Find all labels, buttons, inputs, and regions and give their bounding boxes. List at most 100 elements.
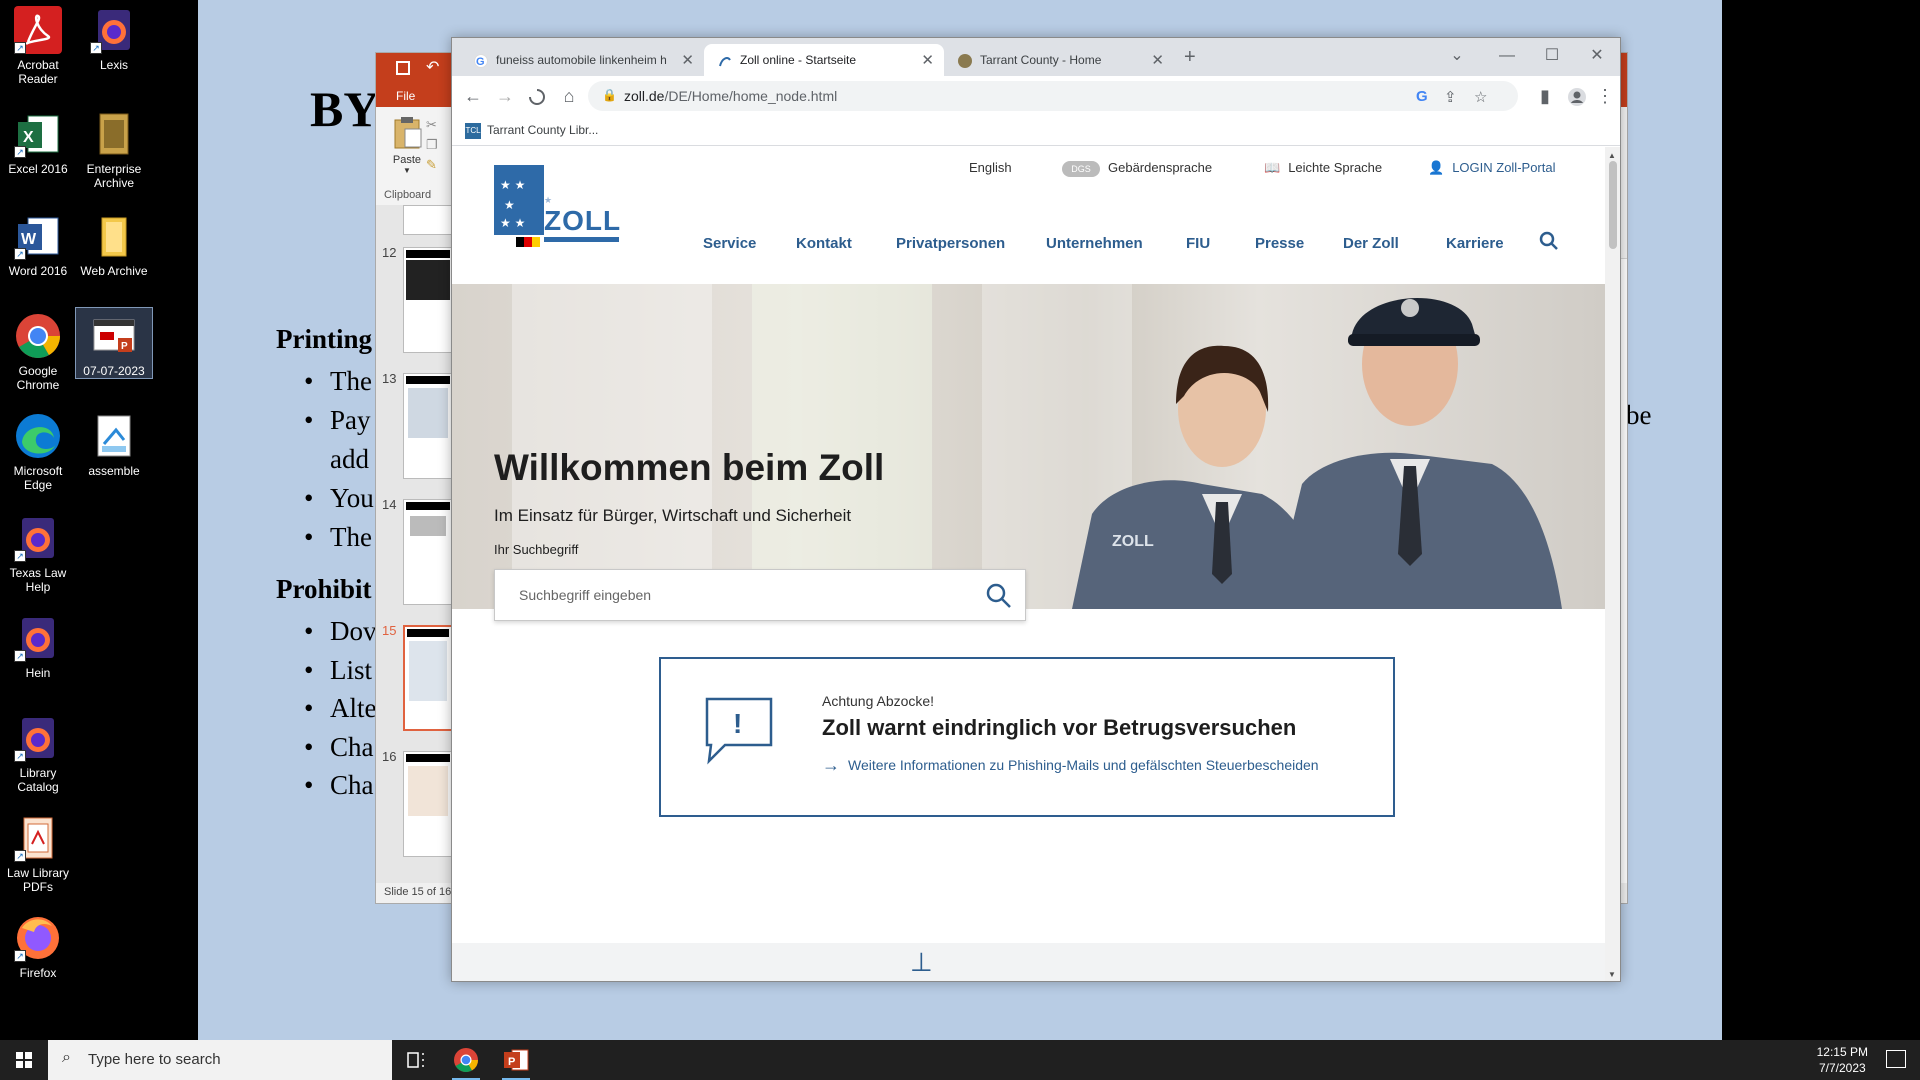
slide-bullets-2: • Dov • List • Alte • Cha • Cha xyxy=(304,612,377,805)
desktop-icon-enterprise-archive[interactable]: Enterprise Archive xyxy=(76,110,152,190)
lower-section-glyph: ⊥ xyxy=(910,947,933,977)
cut-icon[interactable]: ✂ xyxy=(426,117,437,133)
tab-close-icon[interactable]: ✕ xyxy=(921,51,934,69)
hero-search-input[interactable]: Suchbegriff eingeben xyxy=(494,569,1026,621)
task-view-button[interactable] xyxy=(392,1040,440,1080)
slide-thumbnail[interactable] xyxy=(403,247,453,353)
profile-avatar[interactable] xyxy=(1564,84,1590,110)
powerpoint-icon: P xyxy=(504,1049,529,1071)
scroll-thumb[interactable] xyxy=(1609,161,1617,249)
nav-unternehmen[interactable]: Unternehmen xyxy=(1046,235,1143,252)
taskbar-chrome[interactable] xyxy=(442,1040,490,1080)
easy-language-link[interactable]: 📖 Leichte Sprache xyxy=(1264,160,1382,176)
bookmark-star-icon[interactable]: ☆ xyxy=(1474,88,1487,106)
scam-alert-box: ! Achtung Abzocke! Zoll warnt eindringli… xyxy=(659,657,1395,817)
desktop-icon-assemble[interactable]: assemble xyxy=(76,412,152,478)
tab-close-icon[interactable]: ✕ xyxy=(681,51,694,69)
login-link[interactable]: 👤 LOGIN Zoll-Portal xyxy=(1428,160,1556,176)
google-lens-icon[interactable]: G xyxy=(1416,88,1428,105)
nav-der-zoll[interactable]: Der Zoll xyxy=(1343,235,1399,252)
desktop-icon-lexis[interactable]: ↗ Lexis xyxy=(76,6,152,72)
file-tab[interactable]: File xyxy=(396,89,415,103)
taskbar-powerpoint[interactable]: P xyxy=(492,1040,540,1080)
page-scrollbar[interactable]: ▲ ▼ xyxy=(1605,147,1620,981)
site-search-icon[interactable] xyxy=(1539,231,1559,256)
tab-close-icon[interactable]: ✕ xyxy=(1151,51,1164,69)
desktop-icon-web-archive[interactable]: Web Archive xyxy=(76,212,152,278)
zoll-favicon-icon xyxy=(718,54,732,68)
easy-language-label: Leichte Sprache xyxy=(1288,160,1383,175)
tarrant-seal-icon xyxy=(958,54,972,68)
address-bar[interactable]: 🔒 zoll.de/DE/Home/home_node.html G ⇪ ☆ xyxy=(588,81,1518,111)
desktop-icon-ppt-file[interactable]: P 07-07-2023 xyxy=(75,307,153,379)
user-icon: 👤 xyxy=(1428,160,1445,175)
zoll-logo[interactable]: ★ ★ ★ ★ ★ ★ ZOLL xyxy=(494,165,620,247)
copy-icon[interactable]: ❐ xyxy=(426,137,438,153)
desktop-icon-library-catalog[interactable]: ↗ Library Catalog xyxy=(0,714,76,794)
slide-thumbnail[interactable] xyxy=(403,205,453,235)
maximize-button[interactable]: ☐ xyxy=(1532,42,1572,70)
undo-icon[interactable]: ↶ xyxy=(426,57,439,77)
browser-tab[interactable]: G funeiss automobile linkenheim h ✕ xyxy=(460,44,704,76)
chrome-window: G funeiss automobile linkenheim h ✕ Zoll… xyxy=(451,37,1621,982)
nav-fiu[interactable]: FIU xyxy=(1186,235,1210,252)
nav-kontakt[interactable]: Kontakt xyxy=(796,235,852,252)
desktop-icon-hein[interactable]: ↗ Hein xyxy=(0,614,76,680)
home-icon[interactable]: ⌂ xyxy=(556,84,582,110)
desktop-icon-texas-law-help[interactable]: ↗ Texas Law Help xyxy=(0,514,76,594)
system-clock[interactable]: 12:15 PM 7/7/2023 xyxy=(1817,1044,1868,1076)
desktop-icon-word[interactable]: W ↗ Word 2016 xyxy=(0,212,76,278)
nav-service[interactable]: Service xyxy=(703,235,756,252)
slide-thumbnail[interactable] xyxy=(403,373,453,479)
share-icon[interactable]: ⇪ xyxy=(1444,88,1457,106)
save-icon[interactable] xyxy=(396,61,410,75)
flag-stripe xyxy=(516,237,524,247)
slide-bullet-text: Pay xyxy=(330,405,371,435)
slide-bullet: • Pay xyxy=(304,401,374,440)
desktop-icon-chrome[interactable]: Google Chrome xyxy=(0,312,76,392)
desktop-icon-acrobat[interactable]: ↗ Acrobat Reader xyxy=(0,6,76,86)
pdf-folder-icon: ↗ xyxy=(14,814,62,862)
chevron-down-icon: ▼ xyxy=(403,166,411,175)
stop-loading-icon[interactable] xyxy=(524,84,550,110)
desktop-icon-firefox[interactable]: ↗ Firefox xyxy=(0,914,76,980)
desktop-icon-edge[interactable]: Microsoft Edge xyxy=(0,412,76,492)
nav-presse[interactable]: Presse xyxy=(1255,235,1304,252)
back-button[interactable]: ← xyxy=(460,84,486,110)
browser-tab-active[interactable]: Zoll online - Startseite ✕ xyxy=(704,44,944,76)
slide-number: 14 xyxy=(382,497,397,512)
nav-karriere[interactable]: Karriere xyxy=(1446,235,1504,252)
sign-language-link[interactable]: DGS Gebärdensprache xyxy=(1062,160,1212,177)
desktop-icon-excel[interactable]: X ↗ Excel 2016 xyxy=(0,110,76,176)
acrobat-icon: ↗ xyxy=(14,6,62,54)
english-link[interactable]: English xyxy=(969,160,1012,175)
browser-tab[interactable]: Tarrant County - Home ✕ xyxy=(944,44,1174,76)
paste-button[interactable]: Paste ▼ xyxy=(386,115,428,185)
start-button[interactable] xyxy=(0,1040,48,1080)
search-submit-icon[interactable] xyxy=(985,582,1013,610)
desktop-icon-law-library-pdfs[interactable]: ↗ Law Library PDFs xyxy=(0,814,76,894)
tab-search-icon[interactable]: ⌄ xyxy=(1437,42,1477,70)
speech-bubble-exclamation-icon: ! xyxy=(703,695,775,765)
bookmark-item[interactable]: TCL Tarrant County Libr... xyxy=(465,123,598,139)
slide-thumbnail[interactable] xyxy=(403,751,453,857)
scroll-down-icon[interactable]: ▼ xyxy=(1608,970,1616,979)
menu-kebab-icon[interactable]: ⋮ xyxy=(1592,84,1618,110)
taskbar-search-box[interactable]: ⌕ Type here to search xyxy=(48,1040,392,1080)
slide-thumbnail[interactable] xyxy=(403,499,453,605)
desktop-icon-label: Google Chrome xyxy=(16,364,60,392)
forward-button[interactable]: → xyxy=(492,84,518,110)
minimize-button[interactable]: — xyxy=(1487,42,1527,70)
scroll-up-icon[interactable]: ▲ xyxy=(1608,151,1616,160)
slide-bullet-text: List xyxy=(330,654,373,685)
format-painter-icon[interactable]: ✎ xyxy=(426,157,437,173)
thumb-image xyxy=(408,766,448,816)
close-window-button[interactable]: ✕ xyxy=(1577,42,1617,70)
new-tab-button[interactable]: + xyxy=(1184,46,1196,69)
desktop-right xyxy=(1722,0,1920,1040)
notification-center-icon[interactable] xyxy=(1886,1050,1906,1068)
side-panel-icon[interactable]: ▮ xyxy=(1532,84,1558,110)
phishing-info-link[interactable]: → Weitere Informationen zu Phishing-Mail… xyxy=(822,755,1319,775)
nav-privatpersonen[interactable]: Privatpersonen xyxy=(896,235,1005,252)
slide-thumbnail-active[interactable] xyxy=(403,625,453,731)
